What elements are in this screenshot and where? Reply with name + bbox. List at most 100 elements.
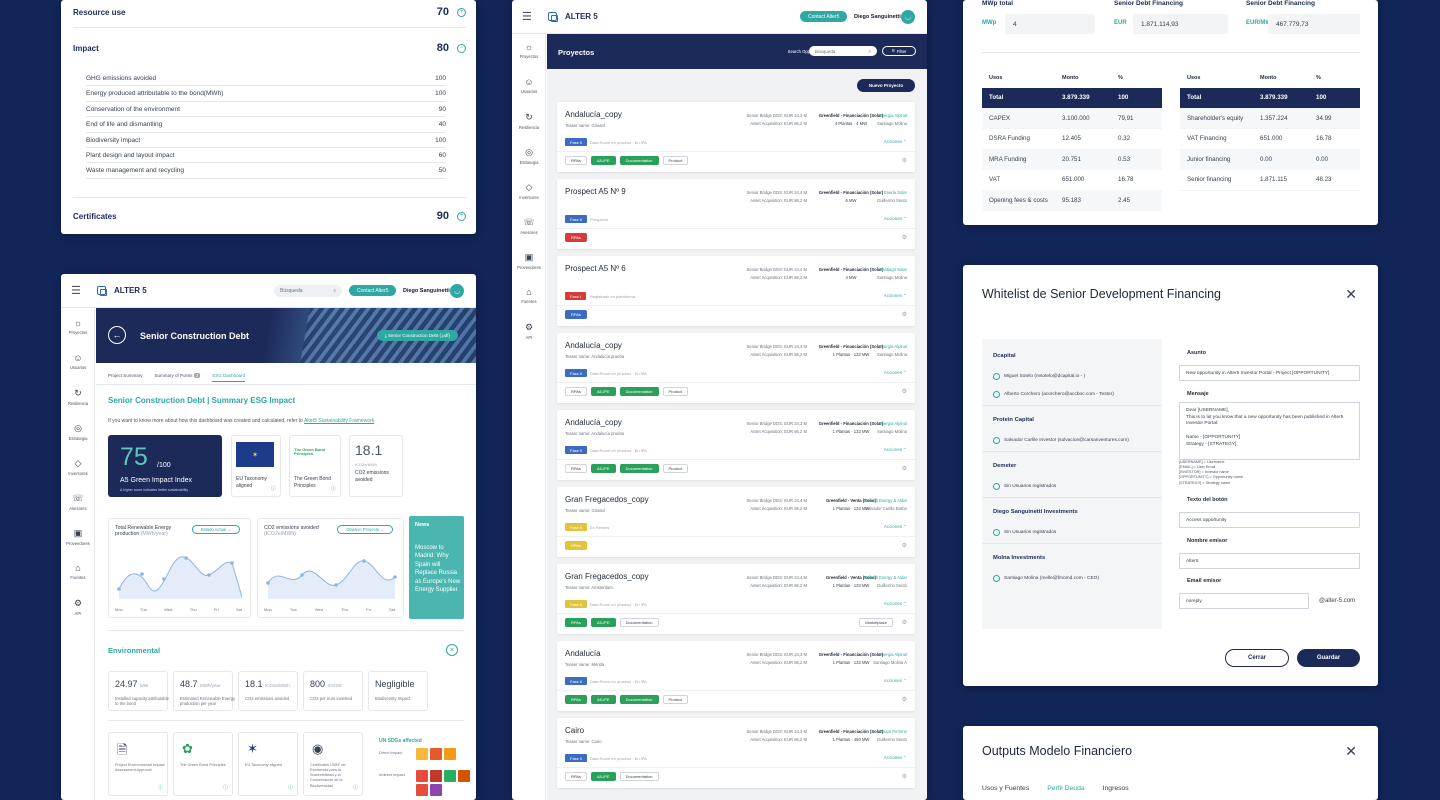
tab-summary-of-points[interactable]: Summary of Points 3 — [155, 373, 201, 382]
actions-toggle[interactable]: Acciones ⌃ — [884, 139, 907, 145]
close-icon[interactable]: ✕ — [1345, 743, 1357, 760]
document-card[interactable]: 🗎 Project Environmental Impact Assessment… — [108, 732, 168, 796]
nav-item-fuentes[interactable]: ⌂ Fuentes — [61, 563, 95, 580]
investor-user[interactable]: Santiago Molina (melle@fmomd.com - CEO) — [993, 575, 1099, 582]
project-chip[interactable]: RPAs — [565, 387, 587, 396]
project-company[interactable]: Fotovelt Energy & Aldar — [847, 497, 907, 505]
news-card[interactable]: News Moscow to Madrid: Why Spain will Re… — [409, 516, 464, 619]
nav-item-proveedores[interactable]: ▣ Proveedores — [512, 252, 546, 270]
project-company[interactable]: Energía Alpinal — [847, 112, 907, 120]
asunto-input[interactable]: New opportunity in Alter5 Investor Porta… — [1179, 365, 1360, 381]
nav-item-estrategia[interactable]: ◎ Estrategia — [512, 147, 546, 165]
contact-button[interactable]: Contact Alter5 — [800, 11, 848, 22]
cancel-button[interactable]: Cerrar — [1225, 649, 1289, 667]
project-company[interactable]: Energía Alpinal — [847, 420, 907, 428]
project-chip[interactable]: Documentation — [619, 464, 659, 473]
project-card[interactable]: Gran Fregacedos_copy Teaser name: Girasol… — [557, 487, 915, 557]
document-card[interactable]: ◉ Certificates UNEF de Excelencia para la… — [303, 732, 363, 796]
project-chip[interactable]: Product — [662, 387, 689, 396]
investor-user[interactable]: Salvador Carlile Investor (sulvacion@car… — [993, 437, 1129, 444]
project-card[interactable]: Cairo Teaser name: Cairo Senior Bridge DDS… — [557, 718, 915, 788]
project-chip[interactable]: RPAs — [565, 618, 587, 627]
actions-toggle[interactable]: Acciones ⌃ — [884, 755, 907, 761]
project-card[interactable]: Andalucía_copy Teaser name: Andalucía pru… — [557, 410, 915, 480]
project-chip[interactable]: Product — [662, 464, 689, 473]
mensaje-textarea[interactable]: Dear [USERNAME], This is to let you know… — [1179, 402, 1360, 460]
tab-ingresos[interactable]: Ingresos — [1103, 785, 1129, 792]
project-company[interactable]: Fotovelt Energy & Aldar — [847, 574, 907, 582]
minus-icon[interactable]: − — [457, 43, 466, 53]
project-chip[interactable]: RPAs — [565, 233, 587, 242]
project-chip[interactable]: RPAs — [565, 695, 587, 704]
project-card[interactable]: Prospect A5 Nº 9 Senior Bridge DDS: EUR 2… — [557, 179, 915, 249]
gear-icon[interactable]: ⚙ — [902, 773, 907, 780]
back-icon[interactable]: ← — [108, 326, 126, 344]
gear-icon[interactable]: ⚙ — [902, 388, 907, 395]
download-pdf-button[interactable]: ⤓ Senior Construction Debt (.pdf) — [376, 330, 458, 341]
actions-toggle[interactable]: Acciones ⌃ — [884, 601, 907, 607]
tab-project-summary[interactable]: Project Summary — [108, 373, 143, 382]
nav-item-api[interactable]: ⚙ API — [61, 598, 95, 616]
radio-icon[interactable] — [993, 391, 1000, 398]
nav-item-proyectos[interactable]: ☼ Proyectos — [61, 318, 95, 335]
project-chip[interactable]: A5-IPE — [590, 772, 616, 781]
project-chip[interactable]: A5-IPE — [590, 464, 616, 473]
marketplace-chip[interactable]: Marketplace — [859, 618, 893, 627]
nav-item-fuentes[interactable]: ⌂ Fuentes — [512, 287, 546, 304]
document-card[interactable]: ✶ EU Taxonomy aligned ⓘ — [238, 732, 298, 796]
project-company[interactable]: Energía Alpinal — [847, 343, 907, 351]
actions-toggle[interactable]: Acciones ⌃ — [884, 370, 907, 376]
score-resource-use[interactable]: Resource use 70 + — [73, 6, 466, 18]
investor-user[interactable]: Sin Usuarios registrados — [993, 483, 1056, 490]
project-chip[interactable]: RPAs — [565, 541, 587, 550]
project-company[interactable]: Energía Alpinal — [847, 651, 907, 659]
nav-item-inversores[interactable]: ◇ Inversores — [512, 182, 546, 200]
project-company[interactable]: Enerla Solar — [847, 189, 907, 197]
actions-toggle[interactable]: Acciones ⌃ — [884, 678, 907, 684]
gear-icon[interactable]: ⚙ — [902, 311, 907, 318]
radio-icon[interactable] — [993, 529, 1000, 536]
project-chip[interactable]: Product — [662, 695, 689, 704]
nav-item-resiliencia[interactable]: ↻ Resiliencia — [512, 112, 546, 130]
nav-item-api[interactable]: ⚙ API — [512, 322, 546, 340]
contact-button[interactable]: Contact Alter5 — [349, 285, 397, 296]
nav-item-estrategia[interactable]: ◎ Estrategia — [61, 423, 95, 441]
plus-icon[interactable]: + — [457, 211, 466, 221]
project-chip[interactable]: A5-IPE — [590, 387, 616, 396]
gear-icon[interactable]: ⚙ — [902, 696, 907, 703]
info-icon[interactable]: ⓘ — [158, 784, 163, 791]
avatar[interactable]: ◡ — [450, 283, 464, 298]
project-chip[interactable]: Product — [662, 156, 689, 165]
actions-toggle[interactable]: Acciones ⌃ — [884, 216, 907, 222]
search-input[interactable]: Búsqueda ⌕ — [809, 46, 877, 56]
info-icon[interactable]: ⓘ — [271, 485, 276, 492]
actions-toggle[interactable]: Acciones ⌃ — [884, 524, 907, 530]
gear-icon[interactable]: ⚙ — [902, 465, 907, 472]
gear-icon[interactable]: ⚙ — [902, 157, 907, 164]
tab-perfil-deuda[interactable]: Perfil Deuda — [1047, 785, 1084, 792]
tab-esg-dashboard[interactable]: ESG Dashboard — [212, 373, 246, 382]
nav-item-usuarios[interactable]: ☺ Usuarios — [512, 77, 546, 94]
project-chip[interactable]: RPAs — [565, 310, 587, 319]
info-icon[interactable]: ⓘ — [331, 485, 336, 492]
gear-icon[interactable]: ⚙ — [902, 619, 907, 626]
nav-item-proyectos[interactable]: ☼ Proyectos — [512, 42, 546, 59]
project-chip[interactable]: Documentation — [619, 618, 659, 627]
radio-icon[interactable] — [993, 437, 1000, 444]
brand[interactable]: ALTER 5 — [548, 12, 598, 22]
info-icon[interactable]: ⓘ — [288, 784, 293, 791]
close-icon[interactable]: ✕ — [1345, 286, 1357, 303]
nav-item-asesores[interactable]: ☏ Asesores — [512, 217, 546, 235]
investor-user[interactable]: Miguel Sotelo (msotelo@dcapital.io - ) — [993, 373, 1085, 380]
gear-icon[interactable]: ⚙ — [902, 234, 907, 241]
framework-link[interactable]: Alter5 Sustainability Framework — [304, 418, 374, 424]
plus-icon[interactable]: + — [457, 7, 466, 17]
investor-user[interactable]: Sin Usuarios registrados — [993, 529, 1056, 536]
project-card[interactable]: Gran Fregacedos_copy Teaser name: Amsterd… — [557, 564, 915, 634]
nav-item-resiliencia[interactable]: ↻ Resiliencia — [61, 388, 95, 406]
project-card[interactable]: Andalucía Teaser name: Mérida Senior Bridg… — [557, 641, 915, 711]
boton-input[interactable]: Access opportunity — [1179, 512, 1360, 528]
project-chip[interactable]: RPAs — [565, 772, 587, 781]
project-chip[interactable]: Documentation — [619, 387, 659, 396]
project-chip[interactable]: A5-IPE — [590, 156, 616, 165]
